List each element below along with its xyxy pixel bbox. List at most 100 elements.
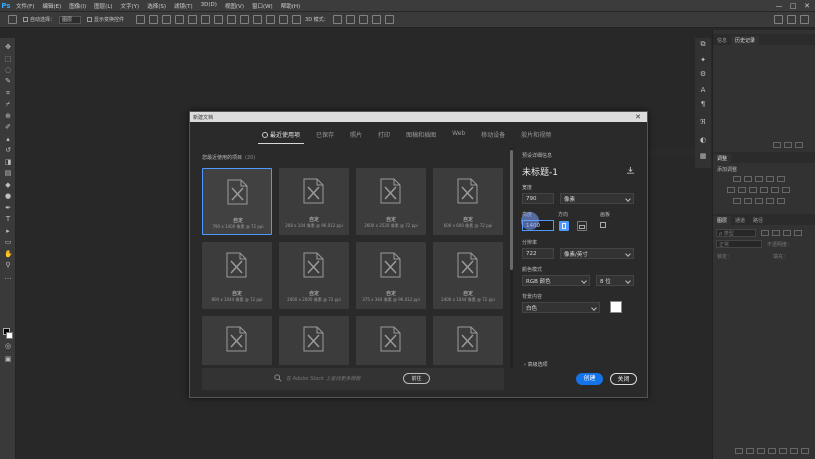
layer-mask-icon[interactable] (757, 448, 765, 454)
dodge-tool-icon[interactable]: ● (4, 193, 12, 200)
menu-item[interactable]: 选择(S) (143, 2, 170, 10)
menu-item[interactable]: 文件(F) (12, 2, 38, 10)
camera-icon[interactable] (784, 142, 792, 148)
bit-depth-dropdown[interactable]: 8 位 (596, 275, 634, 286)
auto-align-icon[interactable] (292, 15, 302, 24)
type-tool-icon[interactable]: T (4, 216, 12, 223)
adjustment-layer-icon[interactable] (768, 448, 776, 454)
tool-presets-icon[interactable]: ◐ (698, 136, 708, 145)
pen-tool-icon[interactable]: ✒ (4, 205, 12, 212)
advanced-options-toggle[interactable]: › 高级选项 (524, 361, 548, 368)
menu-item[interactable]: 图像(I) (65, 2, 90, 10)
properties-icon[interactable]: ⚙ (698, 70, 708, 79)
window-close-button[interactable]: ✕ (800, 0, 814, 11)
gradient-tool-icon[interactable]: ▤ (4, 170, 12, 177)
background-color-swatch[interactable] (610, 301, 622, 313)
3d-rotate-icon[interactable] (332, 15, 342, 24)
history-brush-tool-icon[interactable]: ↺ (4, 147, 12, 154)
collapsed-panel-header[interactable] (647, 149, 694, 157)
background-color-swatch[interactable] (6, 332, 13, 339)
channel-mixer-icon[interactable] (782, 187, 790, 193)
layer-kind-filter[interactable]: ρ 类型 (716, 229, 756, 237)
threshold-icon[interactable] (755, 198, 763, 204)
portrait-orientation-button[interactable] (559, 221, 569, 231)
preset-tile[interactable] (356, 316, 426, 365)
scrollbar-thumb[interactable] (510, 150, 513, 270)
color-mode-dropdown[interactable]: RGB 颜色 (522, 275, 590, 286)
menu-item[interactable]: 窗口(W) (248, 2, 277, 10)
distribute-right-icon[interactable] (279, 15, 289, 24)
link-layers-icon[interactable] (735, 448, 743, 454)
more-tools-icon[interactable]: … (4, 274, 12, 281)
3d-pan-icon[interactable] (358, 15, 368, 24)
levels-icon[interactable] (744, 176, 752, 182)
glyphs-icon[interactable]: ℜ (698, 118, 708, 127)
preset-tile[interactable] (202, 316, 272, 365)
tab-history[interactable]: 历史记录 (731, 36, 760, 45)
3d-scale-icon[interactable] (384, 15, 394, 24)
brightness-icon[interactable] (733, 176, 741, 182)
menu-item[interactable]: 文字(Y) (117, 2, 144, 10)
photo-filter-icon[interactable] (771, 187, 779, 193)
move-tool-icon[interactable]: ✥ (4, 44, 12, 51)
document-name-field[interactable]: 未标题-1 (522, 165, 558, 178)
path-select-tool-icon[interactable]: ▸ (4, 228, 12, 235)
tab-layers[interactable]: 图层 (713, 216, 732, 225)
landscape-orientation-button[interactable] (577, 221, 587, 231)
selective-color-icon[interactable] (766, 198, 774, 204)
preset-tile[interactable]: 自定 800 x 1044 像素 @ 72 ppi (202, 242, 272, 309)
group-icon[interactable] (779, 448, 787, 454)
tab-preset-category[interactable]: 移动设备 (473, 126, 513, 144)
quick-select-tool-icon[interactable]: ✎ (4, 78, 12, 85)
tab-paths[interactable]: 路径 (749, 216, 767, 225)
delete-layer-icon[interactable] (801, 448, 809, 454)
stock-search-input[interactable]: 在 Adobe Stock 上查找更多模板 (286, 375, 361, 382)
save-preset-icon[interactable] (626, 166, 635, 175)
minimize-button[interactable]: — (772, 0, 786, 11)
posterize-icon[interactable] (744, 198, 752, 204)
preset-tile[interactable]: 自定 600 x 600 像素 @ 72 ppi (433, 168, 503, 235)
align-left-icon[interactable] (136, 15, 146, 24)
tab-preset-category[interactable]: 照片 (342, 126, 370, 144)
hand-tool-icon[interactable]: ✋ (4, 251, 13, 258)
width-unit-dropdown[interactable]: 像素 (560, 193, 634, 204)
close-button[interactable]: 关闭 (610, 373, 637, 385)
preset-tile[interactable] (279, 316, 349, 365)
resolution-unit-dropdown[interactable]: 像素/英寸 (560, 248, 634, 259)
preset-tile[interactable]: 自定 2400 x 1044 像素 @ 72 ppi (433, 242, 503, 309)
black-white-icon[interactable] (760, 187, 768, 193)
brush-settings-icon[interactable]: ✦ (698, 56, 708, 65)
dialog-close-icon[interactable]: ✕ (633, 112, 643, 122)
snapshot-icon[interactable] (773, 142, 781, 148)
trash-icon[interactable] (795, 142, 803, 148)
background-dropdown[interactable]: 白色 (522, 302, 600, 313)
filter-pixel-icon[interactable] (761, 230, 769, 236)
curves-icon[interactable] (755, 176, 763, 182)
zoom-tool-icon[interactable]: ⚲ (4, 262, 12, 269)
blend-mode-dropdown[interactable]: 正常 (716, 240, 762, 248)
resolution-input[interactable]: 722 (522, 248, 554, 259)
menu-item[interactable]: 帮助(H) (277, 2, 304, 10)
gradient-map-icon[interactable] (777, 176, 785, 182)
tab-preset-category[interactable]: 图稿和插图 (398, 126, 444, 144)
distribute-top-icon[interactable] (214, 15, 224, 24)
exposure-icon[interactable] (766, 176, 774, 182)
menu-item[interactable]: 编辑(E) (38, 2, 65, 10)
menu-item[interactable]: 图层(L) (90, 2, 116, 10)
menu-item[interactable]: 视图(V) (221, 2, 248, 10)
tab-preset-category[interactable]: Web (444, 126, 473, 144)
3d-roll-icon[interactable] (345, 15, 355, 24)
menu-item[interactable]: 滤镜(T) (170, 2, 197, 10)
distribute-bottom-icon[interactable] (240, 15, 250, 24)
tab-preset-category[interactable]: 胶片和视频 (513, 126, 559, 144)
rectangle-tool-icon[interactable]: ▭ (4, 239, 12, 246)
vibrance-icon[interactable] (727, 187, 735, 193)
menu-item[interactable]: 3D(D) (197, 2, 221, 10)
artboard-checkbox[interactable] (600, 222, 606, 228)
crop-tool-icon[interactable]: ⌗ (4, 90, 12, 97)
align-center-icon[interactable] (149, 15, 159, 24)
preset-scrollbar[interactable] (510, 148, 513, 368)
stock-go-button[interactable]: 前往 (403, 373, 430, 384)
brush-tool-icon[interactable]: ✐ (4, 124, 12, 131)
libraries-icon[interactable]: ▦ (698, 152, 708, 161)
